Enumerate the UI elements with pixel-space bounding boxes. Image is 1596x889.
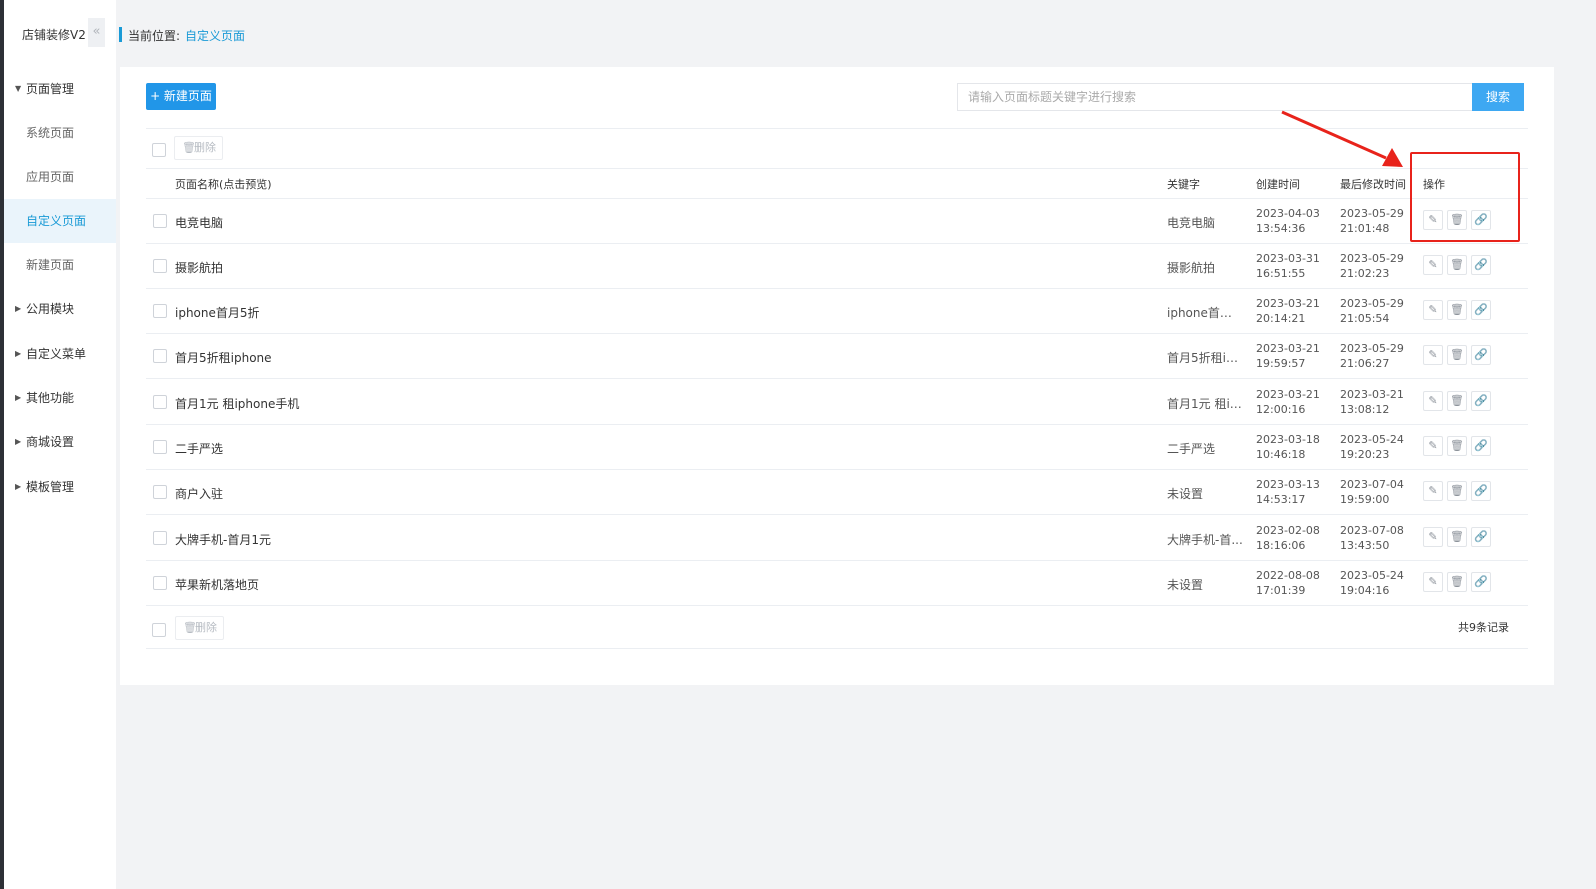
annotation-arrow [1281,110,1403,167]
